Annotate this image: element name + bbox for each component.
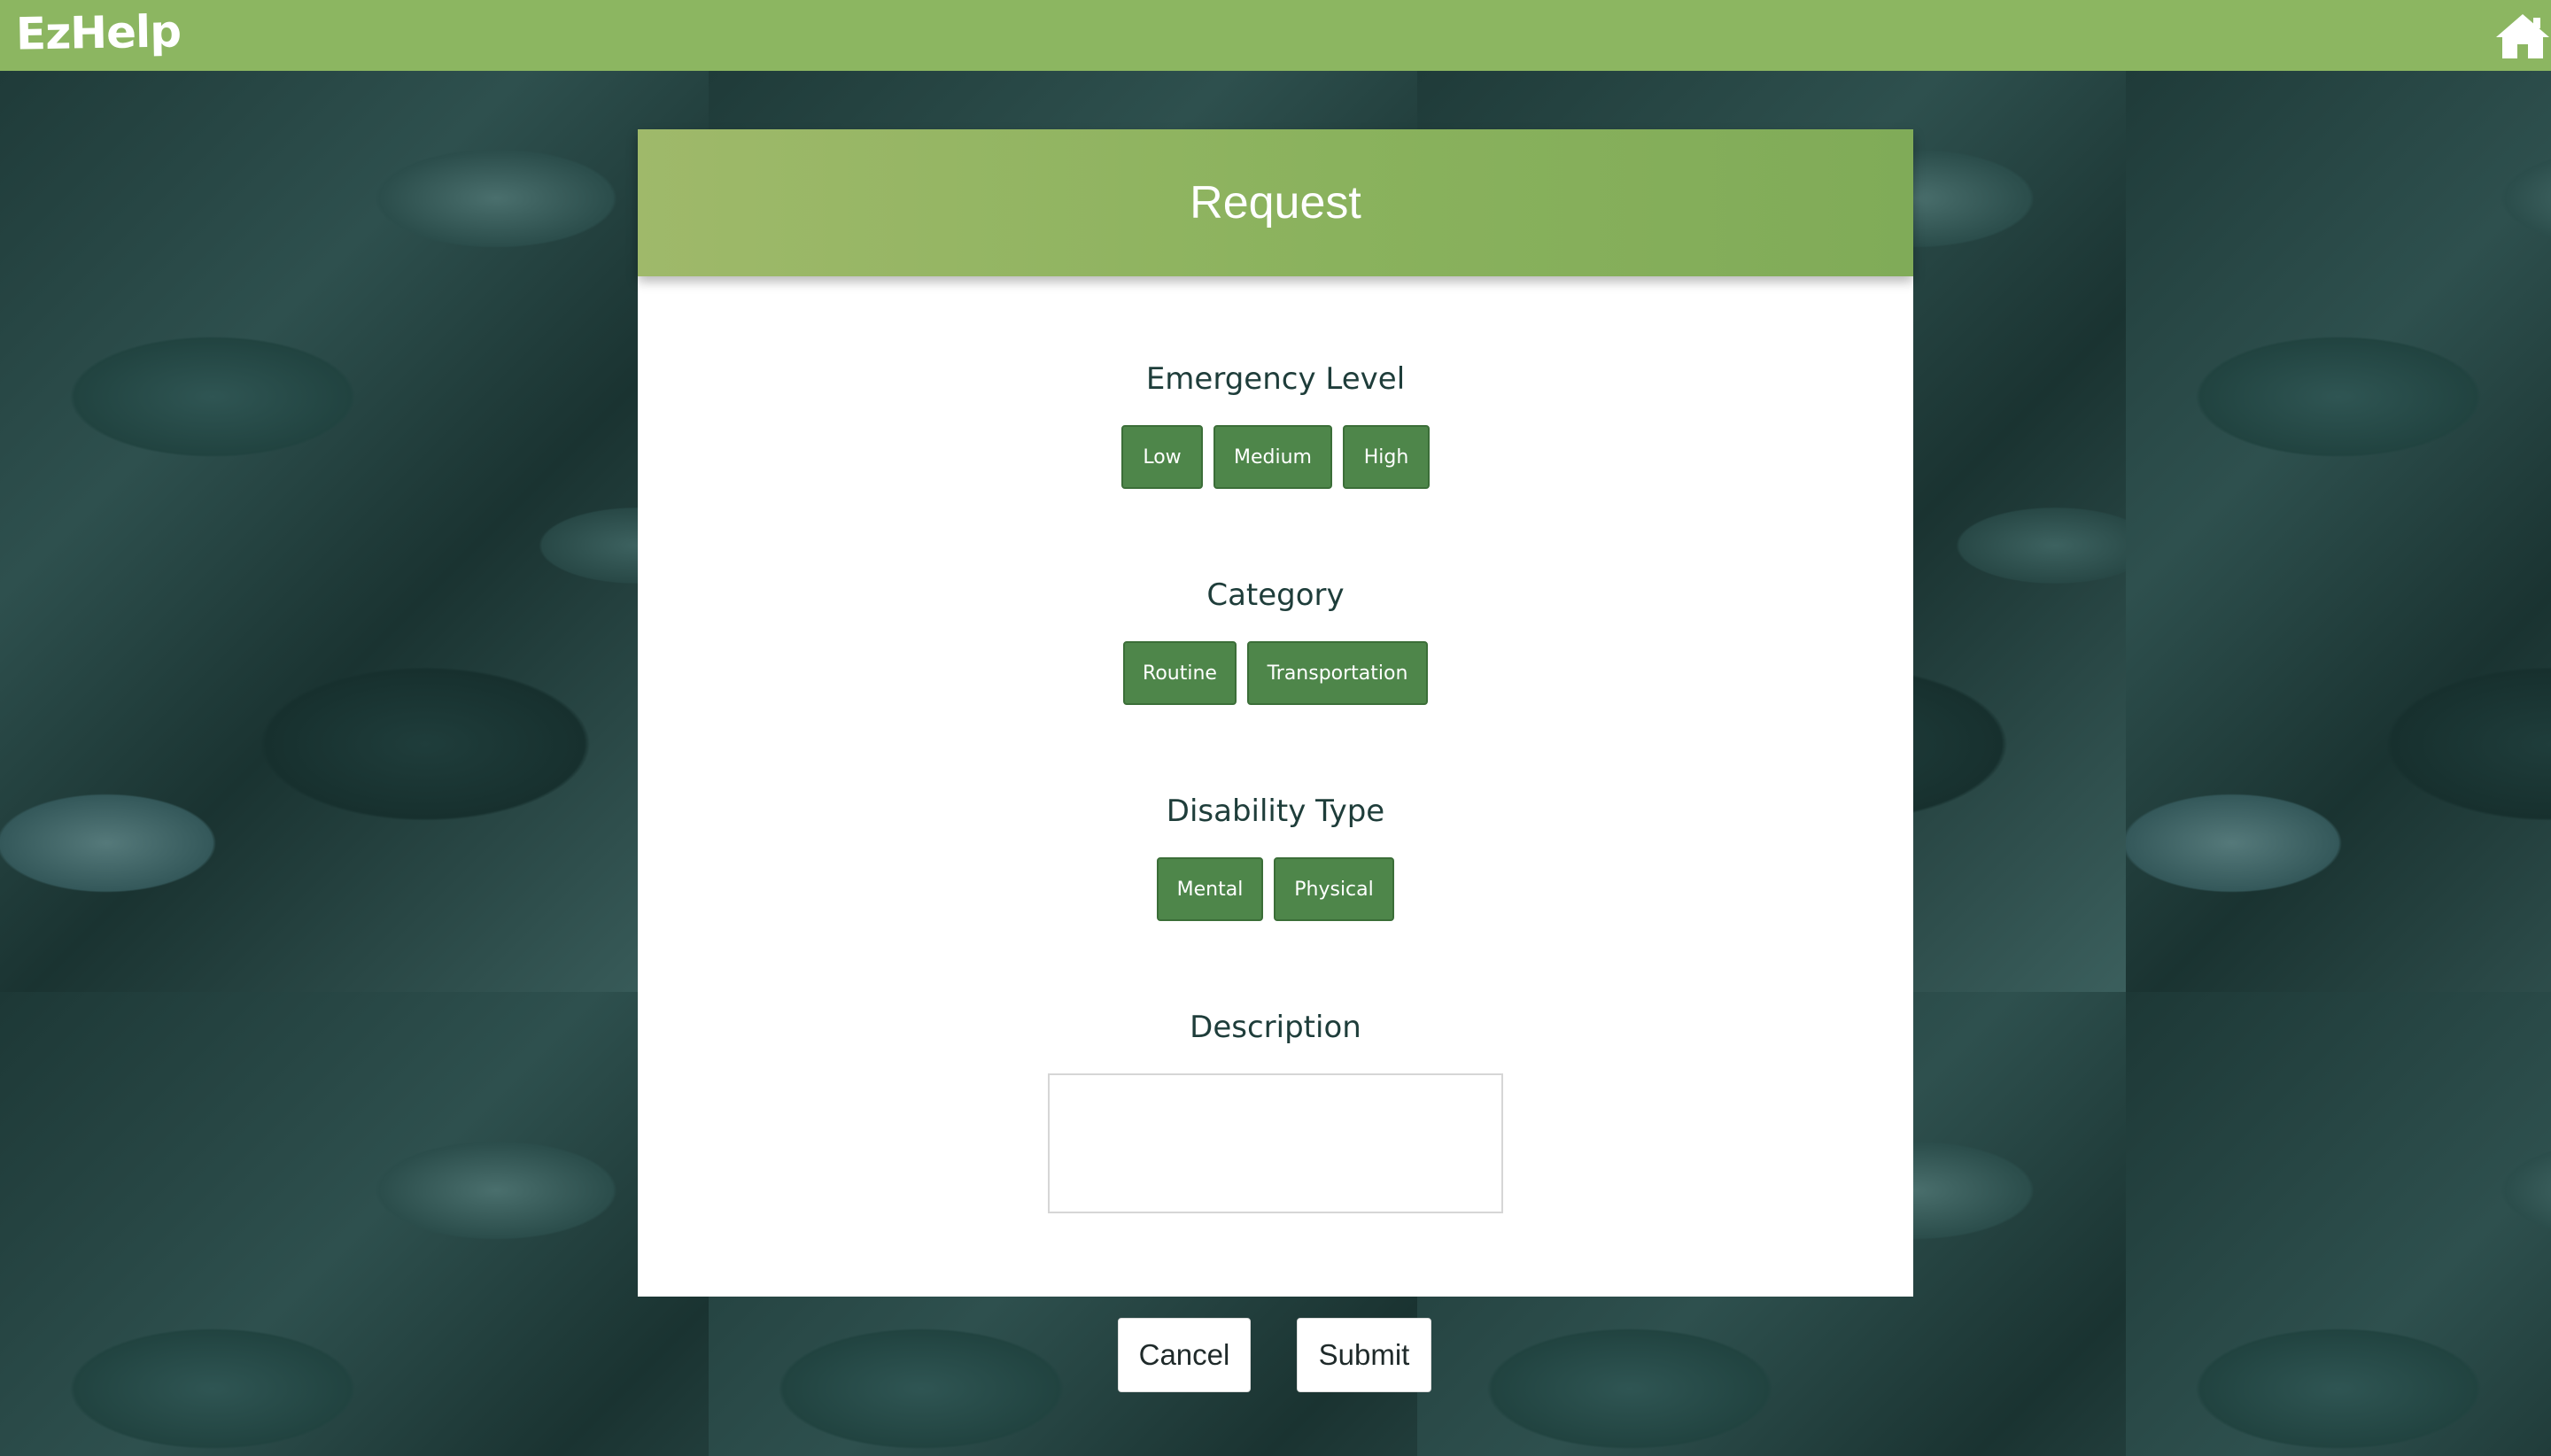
- home-icon[interactable]: [2494, 11, 2551, 62]
- disability-type-section: Disability Type Mental Physical: [638, 794, 1913, 921]
- description-section: Description: [638, 1010, 1913, 1213]
- emergency-low-button[interactable]: Low: [1121, 425, 1203, 489]
- emergency-high-button[interactable]: High: [1343, 425, 1430, 489]
- category-section: Category Routine Transportation: [638, 577, 1913, 705]
- top-nav-bar: EzHelp: [0, 0, 2551, 71]
- emergency-level-section: Emergency Level Low Medium High: [638, 361, 1913, 489]
- category-label: Category: [1206, 577, 1345, 613]
- brand-logo[interactable]: EzHelp: [16, 5, 182, 59]
- page-title: Request: [1190, 177, 1361, 228]
- request-card: Request Emergency Level Low Medium High …: [638, 129, 1913, 1297]
- description-field[interactable]: [1048, 1073, 1503, 1213]
- emergency-level-label: Emergency Level: [1145, 361, 1406, 397]
- disability-mental-button[interactable]: Mental: [1157, 857, 1263, 921]
- category-routine-button[interactable]: Routine: [1123, 641, 1237, 705]
- emergency-medium-button[interactable]: Medium: [1213, 425, 1332, 489]
- submit-button[interactable]: Submit: [1297, 1318, 1431, 1392]
- category-transportation-button[interactable]: Transportation: [1247, 641, 1428, 705]
- disability-type-label: Disability Type: [1166, 794, 1385, 829]
- disability-physical-button[interactable]: Physical: [1274, 857, 1394, 921]
- cancel-button[interactable]: Cancel: [1118, 1318, 1251, 1392]
- card-header: Request: [638, 129, 1913, 276]
- description-label: Description: [1190, 1010, 1361, 1045]
